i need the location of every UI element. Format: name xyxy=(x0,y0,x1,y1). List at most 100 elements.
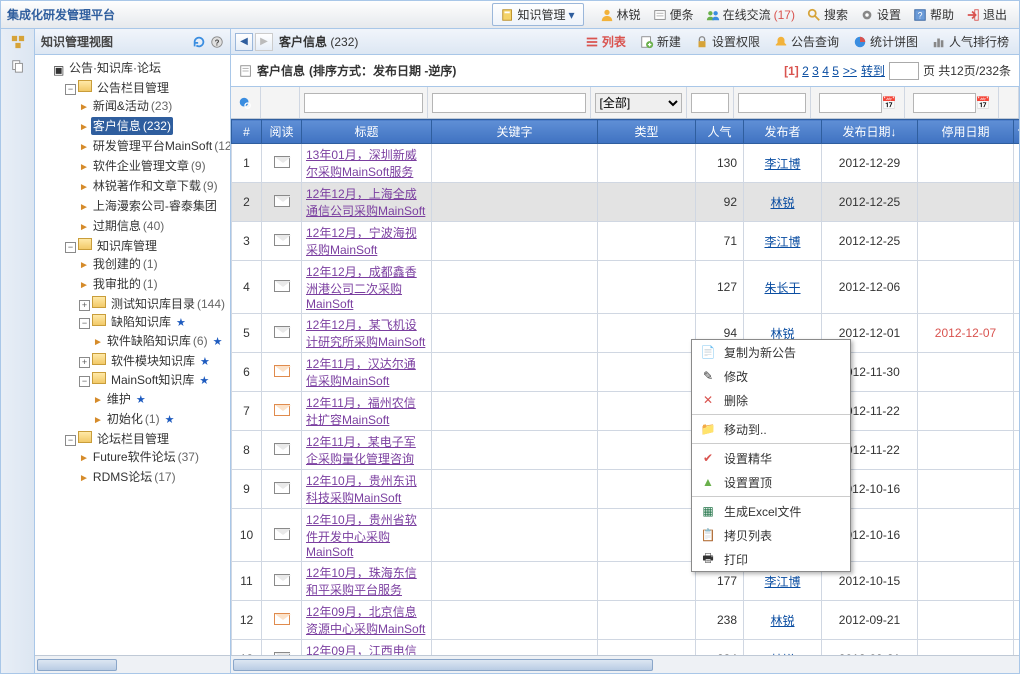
content-scrollbar-x[interactable] xyxy=(231,655,1019,673)
table-row[interactable]: 412年12月，成都鑫香洲港公司二次采购MainSoft127朱长干2012-1… xyxy=(232,261,1020,314)
pager-more[interactable]: >> xyxy=(843,64,857,78)
filter-pub-input[interactable] xyxy=(738,93,806,113)
cell-read[interactable] xyxy=(262,509,302,562)
filter-pop-input[interactable] xyxy=(691,93,729,113)
table-row[interactable]: 1012年10月，贵州省软件开发中心采购MainSoft208林锐2012-10… xyxy=(232,509,1020,562)
calendar-icon[interactable]: 📅 xyxy=(882,96,896,110)
table-row[interactable]: 1112年10月，珠海东信和平采购平台服务177李江博2012-10-152 xyxy=(232,562,1020,601)
tree-item[interactable]: 软件模块知识库 xyxy=(109,352,197,370)
refresh-icon[interactable] xyxy=(192,35,206,49)
col-title[interactable]: 标题 xyxy=(302,120,432,144)
user-button[interactable]: 林锐 xyxy=(594,4,647,25)
globe-search-icon[interactable] xyxy=(238,96,252,110)
col-popularity[interactable]: 人气 xyxy=(696,120,744,144)
tree-item[interactable]: 上海漫索公司-睿泰集团 xyxy=(91,197,219,215)
tree-toggle[interactable]: − xyxy=(65,242,76,253)
tree-toggle[interactable]: − xyxy=(79,318,90,329)
tree-toggle[interactable]: + xyxy=(79,357,90,368)
rail-copy-icon[interactable] xyxy=(11,59,25,73)
table-row[interactable]: 1212年09月，北京信息资源中心采购MainSoft238林锐2012-09-… xyxy=(232,601,1020,640)
cm-delete[interactable]: ✕删除 xyxy=(692,388,850,412)
tree-item[interactable]: Future软件论坛 (37) xyxy=(91,448,201,466)
table-row[interactable]: 812年11月，某电子军企采购量化管理咨询134林锐2012-11-222 xyxy=(232,431,1020,470)
title-link[interactable]: 12年11月，福州农信社扩容MainSoft xyxy=(306,396,416,427)
tree-root[interactable]: ▣ 公告·知识库·论坛 xyxy=(51,59,163,77)
pager-page[interactable]: 4 xyxy=(822,64,829,78)
help-small-icon[interactable]: ? xyxy=(210,35,224,49)
tree-item[interactable]: 我创建的 (1) xyxy=(91,255,160,273)
title-link[interactable]: 12年10月，贵州东讯科技采购MainSoft xyxy=(306,474,417,505)
rank-button[interactable]: 人气排行榜 xyxy=(926,31,1015,52)
tree[interactable]: ▣ 公告·知识库·论坛−公告栏目管理►新闻&活动 (23)►客户信息 (232)… xyxy=(35,55,230,655)
filter-date-input[interactable] xyxy=(819,93,882,113)
cell-read[interactable] xyxy=(262,144,302,183)
tree-item[interactable]: 客户信息 (232) xyxy=(91,117,173,135)
title-link[interactable]: 12年12月，某飞机设计研究所采购MainSoft xyxy=(306,318,425,349)
table-row[interactable]: 712年11月，福州农信社扩容MainSoft118林锐2012-11-222 xyxy=(232,392,1020,431)
cell-read[interactable] xyxy=(262,601,302,640)
help-button[interactable]: ? 帮助 xyxy=(907,4,960,25)
settings-button[interactable]: 设置 xyxy=(854,4,907,25)
memo-button[interactable]: 便条 xyxy=(647,4,700,25)
filter-type-select[interactable]: [全部] xyxy=(595,93,682,113)
col-type[interactable]: 类型 xyxy=(598,120,696,144)
tree-item[interactable]: 软件企业管理文章 (9) xyxy=(91,157,208,175)
cell-read[interactable] xyxy=(262,562,302,601)
tree-item[interactable]: 维护 xyxy=(105,390,133,408)
publisher-link[interactable]: 林锐 xyxy=(770,196,794,210)
cm-move[interactable]: 📁移动到.. xyxy=(692,417,850,441)
cm-essence[interactable]: ✔设置精华 xyxy=(692,446,850,470)
perm-button[interactable]: 设置权限 xyxy=(689,31,766,52)
tree-item[interactable]: RDMS论坛 (17) xyxy=(91,468,178,486)
col-num[interactable]: # xyxy=(232,120,262,144)
table-row[interactable]: 512年12月，某飞机设计研究所采购MainSoft94林锐2012-12-01… xyxy=(232,314,1020,353)
col-create[interactable]: 创 xyxy=(1014,120,1020,144)
new-button[interactable]: 新建 xyxy=(634,31,687,52)
tree-item[interactable]: 新闻&活动 (23) xyxy=(91,97,174,115)
tree-item[interactable]: 我审批的 (1) xyxy=(91,275,160,293)
nav-back-button[interactable]: ◀ xyxy=(235,33,253,51)
nav-fwd-button[interactable]: ▶ xyxy=(255,33,273,51)
chart-button[interactable]: 统计饼图 xyxy=(847,31,924,52)
cm-excel[interactable]: ▦生成Excel文件 xyxy=(692,499,850,523)
title-link[interactable]: 12年11月，汉达尔通信采购MainSoft xyxy=(306,357,416,388)
tree-item[interactable]: 软件缺陷知识库 (6) xyxy=(105,332,210,350)
title-link[interactable]: 12年10月，珠海东信和平采购平台服务 xyxy=(306,566,417,597)
title-link[interactable]: 12年09月，北京信息资源中心采购MainSoft xyxy=(306,605,425,636)
col-pubdate[interactable]: 发布日期↓ xyxy=(822,120,918,144)
pager-page[interactable]: 2 xyxy=(802,64,809,78)
title-link[interactable]: 12年10月，贵州省软件开发中心采购MainSoft xyxy=(306,513,417,559)
col-stopdate[interactable]: 停用日期 xyxy=(918,120,1014,144)
tree-item[interactable]: 测试知识库目录 (144) xyxy=(109,295,227,313)
exit-button[interactable]: 退出 xyxy=(960,4,1013,25)
cm-copy-new[interactable]: 📄复制为新公告 xyxy=(692,340,850,364)
cell-read[interactable] xyxy=(262,222,302,261)
title-link[interactable]: 12年12月，成都鑫香洲港公司二次采购MainSoft xyxy=(306,265,417,311)
col-keyword[interactable]: 关键字 xyxy=(432,120,598,144)
table-row[interactable]: 212年12月，上海全成通信公司采购MainSoft92林锐2012-12-25… xyxy=(232,183,1020,222)
cm-pin[interactable]: ▲设置置顶 xyxy=(692,470,850,494)
title-link[interactable]: 12年11月，某电子军企采购量化管理咨询 xyxy=(306,435,416,466)
table-row[interactable]: 113年01月，深圳新威尔采购MainSoft服务130李江博2012-12-2… xyxy=(232,144,1020,183)
col-read[interactable]: 阅读 xyxy=(262,120,302,144)
search-button[interactable]: 搜索 xyxy=(801,4,854,25)
tree-item[interactable]: 研发管理平台MainSoft (12 xyxy=(91,137,230,155)
tree-toggle[interactable]: + xyxy=(79,300,90,311)
publisher-link[interactable]: 李江博 xyxy=(764,575,800,589)
cm-edit[interactable]: ✎修改 xyxy=(692,364,850,388)
publisher-link[interactable]: 李江博 xyxy=(764,157,800,171)
pager-page[interactable]: 3 xyxy=(812,64,819,78)
pager-input[interactable] xyxy=(889,62,919,80)
cell-read[interactable] xyxy=(262,431,302,470)
tree-group[interactable]: 公告栏目管理 xyxy=(95,79,171,97)
filter-keyword-input[interactable] xyxy=(432,93,586,113)
calendar-icon-2[interactable]: 📅 xyxy=(976,96,990,110)
cell-read[interactable] xyxy=(262,353,302,392)
tree-toggle[interactable]: − xyxy=(65,435,76,446)
pager-goto[interactable]: 转到 xyxy=(861,62,885,79)
notice-button[interactable]: 公告查询 xyxy=(768,31,845,52)
tree-toggle[interactable]: − xyxy=(79,376,90,387)
online-chat-button[interactable]: 在线交流(17) xyxy=(700,4,801,25)
title-link[interactable]: 12年12月，上海全成通信公司采购MainSoft xyxy=(306,187,425,218)
cell-read[interactable] xyxy=(262,183,302,222)
